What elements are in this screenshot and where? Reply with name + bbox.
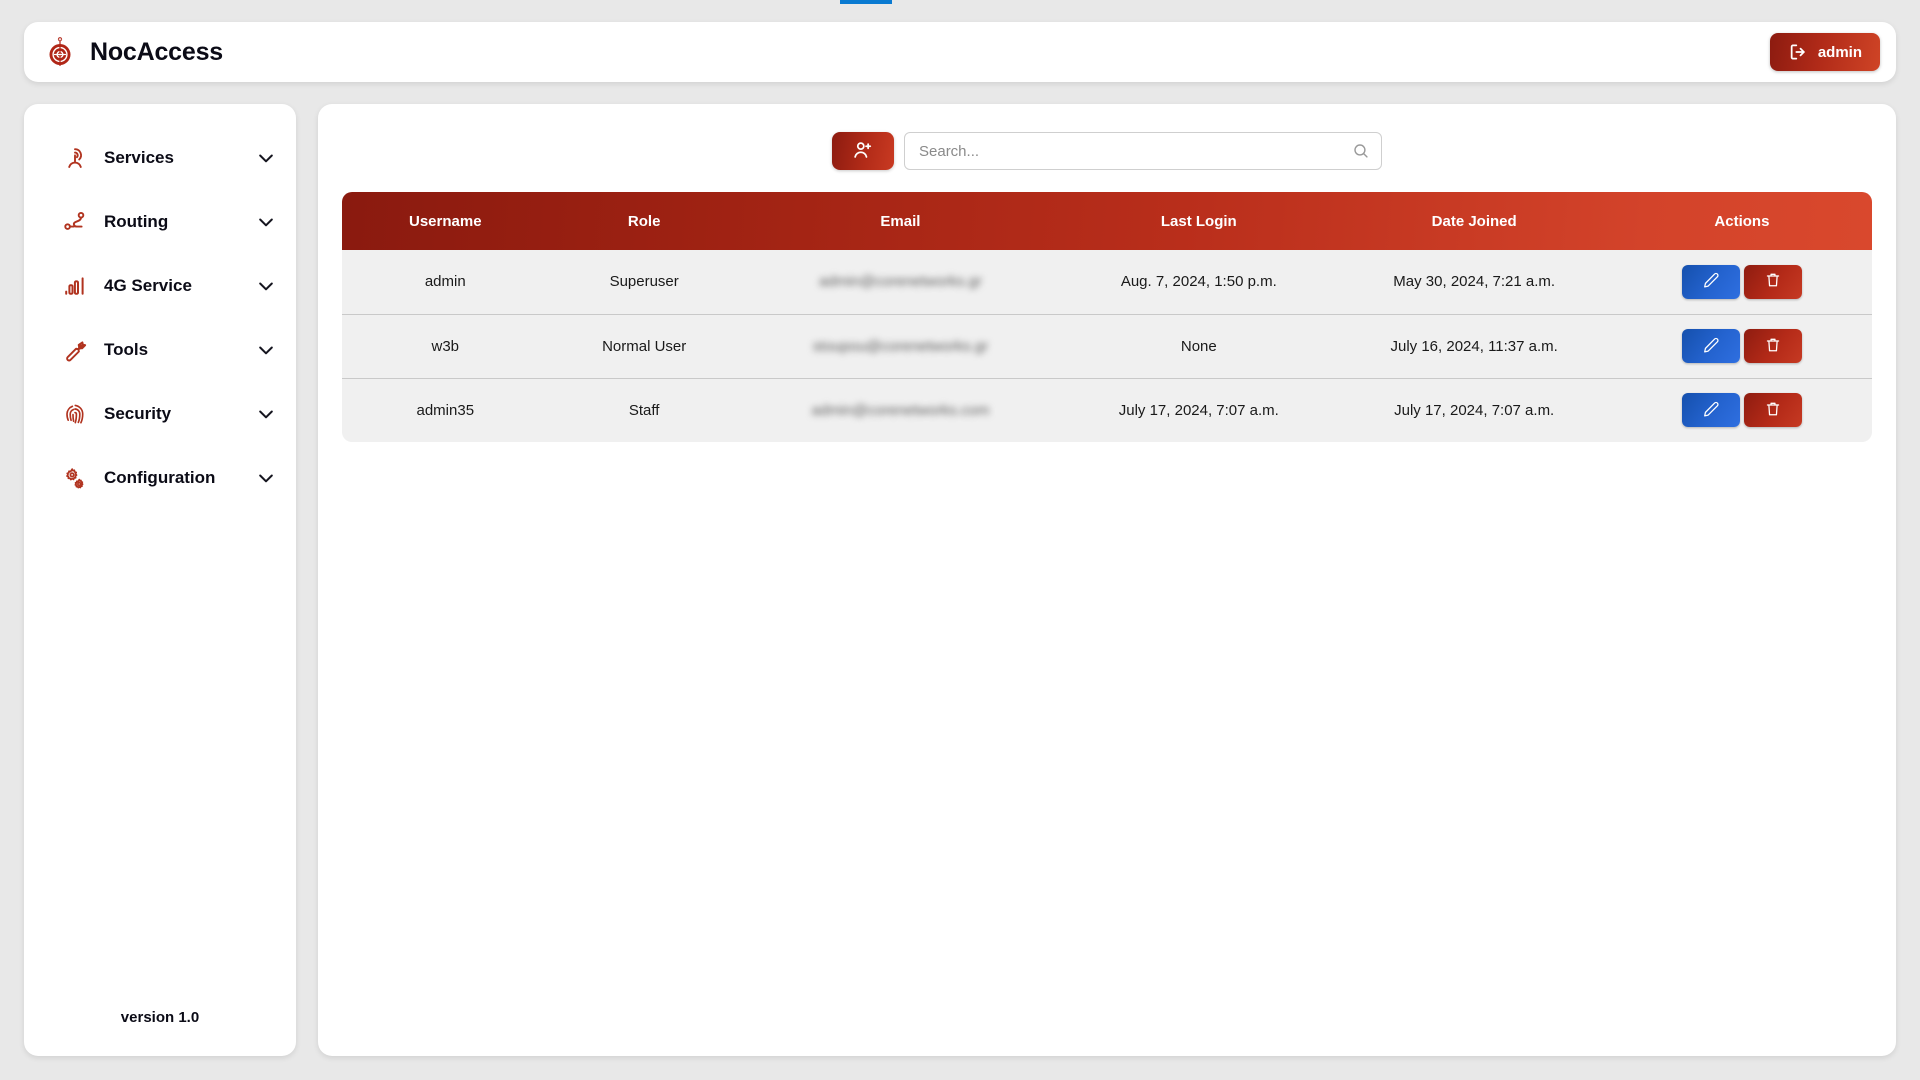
delete-user-button[interactable] — [1744, 265, 1802, 299]
delete-user-button[interactable] — [1744, 393, 1802, 427]
sidebar-item-4g-service[interactable]: 4G Service — [24, 254, 296, 318]
users-table: Username Role Email Last Login Date Join… — [342, 192, 1872, 442]
cell-last-login: Aug. 7, 2024, 1:50 p.m. — [1061, 250, 1336, 314]
cell-role: Normal User — [549, 314, 740, 378]
column-header-actions: Actions — [1612, 192, 1872, 250]
cell-role: Staff — [549, 378, 740, 442]
cell-date-joined: July 16, 2024, 11:37 a.m. — [1336, 314, 1611, 378]
add-user-icon — [852, 139, 874, 164]
row-actions — [1612, 329, 1872, 363]
pencil-icon — [1702, 400, 1720, 421]
route-icon — [62, 209, 88, 235]
cell-email: admin@corenetworks.com — [740, 378, 1061, 442]
cell-actions — [1612, 250, 1872, 314]
edit-user-button[interactable] — [1682, 329, 1740, 363]
gears-icon — [62, 465, 88, 491]
column-header-role[interactable]: Role — [549, 192, 740, 250]
top-bar: NocAccess admin — [24, 22, 1896, 82]
add-user-button[interactable] — [832, 132, 894, 170]
chevron-down-icon[interactable] — [256, 340, 276, 360]
redacted-email: admin@corenetworks.gr — [819, 273, 982, 290]
edit-user-button[interactable] — [1682, 393, 1740, 427]
logout-icon — [1788, 42, 1808, 62]
row-actions — [1612, 393, 1872, 427]
sidebar-item-label: 4G Service — [104, 276, 256, 296]
sidebar-item-label: Tools — [104, 340, 256, 360]
chevron-down-icon[interactable] — [256, 404, 276, 424]
chevron-down-icon[interactable] — [256, 148, 276, 168]
table-row: admin35 Staff admin@corenetworks.com Jul… — [342, 378, 1872, 442]
admin-logout-button[interactable]: admin — [1770, 33, 1880, 71]
sidebar-item-routing[interactable]: Routing — [24, 190, 296, 254]
main-content-card: Username Role Email Last Login Date Join… — [318, 104, 1896, 1056]
sidebar-item-tools[interactable]: Tools — [24, 318, 296, 382]
edit-user-button[interactable] — [1682, 265, 1740, 299]
redacted-email: admin@corenetworks.com — [812, 402, 990, 419]
signal-bars-icon — [62, 273, 88, 299]
redacted-email: stoupou@corenetworks.gr — [813, 338, 988, 355]
page-load-progress-bar — [840, 0, 892, 4]
row-actions — [1612, 265, 1872, 299]
admin-label: admin — [1818, 44, 1862, 61]
cell-username: admin — [342, 250, 549, 314]
wrench-icon — [62, 337, 88, 363]
users-table-head: Username Role Email Last Login Date Join… — [342, 192, 1872, 250]
antenna-icon — [62, 145, 88, 171]
table-toolbar — [342, 132, 1872, 170]
app-title: NocAccess — [90, 38, 223, 67]
fingerprint-icon — [62, 401, 88, 427]
sidebar-item-configuration[interactable]: Configuration — [24, 446, 296, 510]
column-header-date-joined[interactable]: Date Joined — [1336, 192, 1611, 250]
pencil-icon — [1702, 271, 1720, 292]
cell-date-joined: May 30, 2024, 7:21 a.m. — [1336, 250, 1611, 314]
chevron-down-icon[interactable] — [256, 468, 276, 488]
sidebar-item-label: Security — [104, 404, 256, 424]
table-row: admin Superuser admin@corenetworks.gr Au… — [342, 250, 1872, 314]
cell-email: stoupou@corenetworks.gr — [740, 314, 1061, 378]
trash-icon — [1764, 400, 1782, 421]
sidebar-item-label: Configuration — [104, 468, 256, 488]
sidebar-item-services[interactable]: Services — [24, 126, 296, 190]
cell-email: admin@corenetworks.gr — [740, 250, 1061, 314]
chevron-down-icon[interactable] — [256, 276, 276, 296]
target-logo-icon — [44, 36, 76, 68]
cell-last-login: None — [1061, 314, 1336, 378]
cell-username: w3b — [342, 314, 549, 378]
delete-user-button[interactable] — [1744, 329, 1802, 363]
cell-actions — [1612, 314, 1872, 378]
cell-last-login: July 17, 2024, 7:07 a.m. — [1061, 378, 1336, 442]
table-header-row: Username Role Email Last Login Date Join… — [342, 192, 1872, 250]
table-row: w3b Normal User stoupou@corenetworks.gr … — [342, 314, 1872, 378]
chevron-down-icon[interactable] — [256, 212, 276, 232]
sidebar-nav: Services Routing — [24, 126, 296, 510]
sidebar-item-security[interactable]: Security — [24, 382, 296, 446]
brand: NocAccess — [44, 36, 223, 68]
cell-role: Superuser — [549, 250, 740, 314]
search-input[interactable] — [904, 132, 1382, 170]
sidebar-item-label: Services — [104, 148, 256, 168]
users-table-body: admin Superuser admin@corenetworks.gr Au… — [342, 250, 1872, 442]
trash-icon — [1764, 336, 1782, 357]
version-label: version 1.0 — [24, 1009, 296, 1030]
column-header-last-login[interactable]: Last Login — [1061, 192, 1336, 250]
trash-icon — [1764, 271, 1782, 292]
column-header-email[interactable]: Email — [740, 192, 1061, 250]
sidebar-item-label: Routing — [104, 212, 256, 232]
cell-username: admin35 — [342, 378, 549, 442]
sidebar: Services Routing — [24, 104, 296, 1056]
pencil-icon — [1702, 336, 1720, 357]
sidebar-spacer — [24, 510, 296, 1009]
search-field-wrapper — [904, 132, 1382, 170]
cell-actions — [1612, 378, 1872, 442]
column-header-username[interactable]: Username — [342, 192, 549, 250]
cell-date-joined: July 17, 2024, 7:07 a.m. — [1336, 378, 1611, 442]
